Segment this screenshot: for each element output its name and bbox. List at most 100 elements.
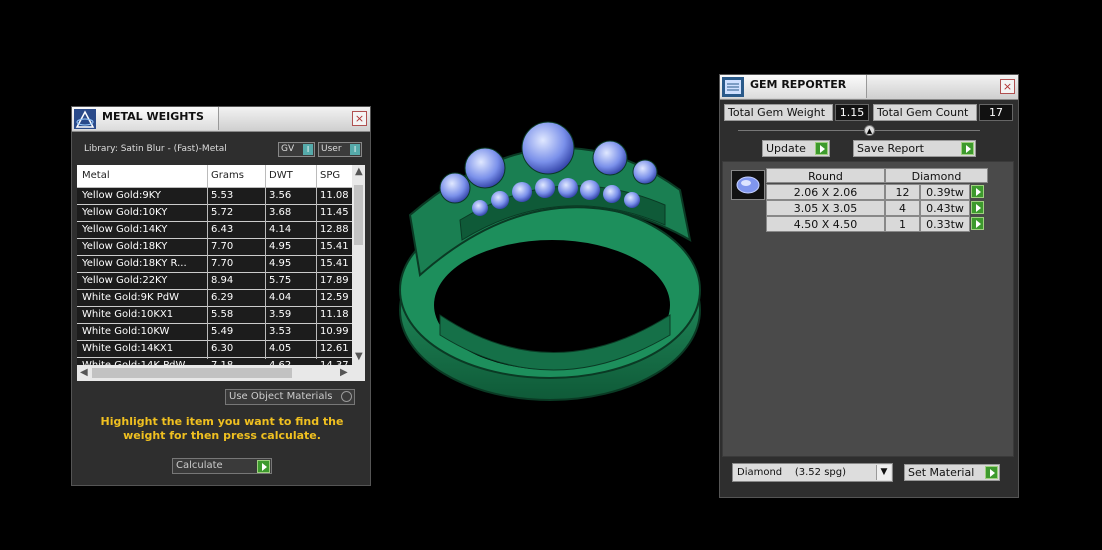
cell-grams: 6.43 xyxy=(211,224,234,235)
ring-3d-viewport[interactable] xyxy=(380,100,720,410)
table-row[interactable]: Yellow Gold:14KY 6.43 4.14 12.88 xyxy=(77,222,352,239)
gv-indicator-icon: I xyxy=(303,144,313,155)
cell-dwt: 3.56 xyxy=(269,190,292,201)
column-header-metal[interactable]: Metal xyxy=(82,170,110,181)
table-header: Metal Grams DWT SPG xyxy=(77,165,352,188)
gem-material-header: Diamond xyxy=(885,168,988,183)
gem-list-area: Round Diamond 2.06 X 2.06 12 0.39tw 3.05 X … xyxy=(722,161,1014,457)
table-row[interactable]: Yellow Gold:9KY 5.53 3.56 11.08 xyxy=(77,188,352,205)
column-divider xyxy=(316,165,317,359)
cell-metal: White Gold:10KX1 xyxy=(82,309,174,320)
user-toggle[interactable]: User I xyxy=(318,142,362,157)
side-gem xyxy=(632,159,658,185)
gem-reporter-panel: GEM REPORTER × Total Gem Weight 1.15 Tot… xyxy=(719,74,1019,498)
vertical-scrollbar[interactable]: ▲ ▼ xyxy=(352,165,365,365)
vertical-scroll-thumb[interactable] xyxy=(354,185,363,245)
column-header-dwt[interactable]: DWT xyxy=(269,170,293,181)
cell-metal: Yellow Gold:9KY xyxy=(82,190,161,201)
cell-metal: Yellow Gold:18KY R... xyxy=(82,258,187,269)
save-report-button[interactable]: Save Report xyxy=(853,140,976,157)
column-header-grams[interactable]: Grams xyxy=(211,170,244,181)
cell-grams: 7.70 xyxy=(211,258,234,269)
small-gem xyxy=(512,182,532,202)
cell-dwt: 3.68 xyxy=(269,207,292,218)
round-gem-icon xyxy=(731,170,765,200)
cell-spg: 10.99 xyxy=(320,326,349,337)
use-object-materials-toggle[interactable]: Use Object Materials xyxy=(225,389,355,405)
play-arrow-icon[interactable] xyxy=(971,185,984,198)
collapse-icon[interactable]: ▲ xyxy=(864,125,875,136)
gem-size: 4.50 X 4.50 xyxy=(766,216,885,232)
gem-reporter-titlebar[interactable]: GEM REPORTER × xyxy=(720,75,1018,100)
save-report-label: Save Report xyxy=(857,142,924,155)
library-label: Library: Satin Blur - (Fast)-Metal xyxy=(84,144,227,154)
metal-weights-titlebar[interactable]: METAL WEIGHTS × xyxy=(72,107,370,132)
cell-grams: 6.30 xyxy=(211,343,234,354)
play-arrow-icon[interactable] xyxy=(971,201,984,214)
update-button[interactable]: Update xyxy=(762,140,830,157)
set-material-button[interactable]: Set Material xyxy=(904,464,1000,481)
gem-count: 4 xyxy=(885,200,920,216)
cell-spg: 12.61 xyxy=(320,343,349,354)
gem-row[interactable]: 3.05 X 3.05 4 0.43tw xyxy=(766,200,988,216)
table-row[interactable]: White Gold:10KX1 5.58 3.59 11.18 xyxy=(77,307,352,324)
side-gem xyxy=(439,172,471,204)
horizontal-scrollbar[interactable]: ◀ ▶ xyxy=(77,365,365,381)
small-gem xyxy=(558,178,578,198)
table-row[interactable]: Yellow Gold:18KY 7.70 4.95 15.41 xyxy=(77,239,352,256)
cell-spg: 11.45 xyxy=(320,207,349,218)
gem-reporter-title: GEM REPORTER xyxy=(750,78,847,91)
cell-spg: 17.89 xyxy=(320,275,349,286)
cell-spg: 12.88 xyxy=(320,224,349,235)
scroll-left-icon[interactable]: ◀ xyxy=(80,367,88,378)
table-row[interactable]: White Gold:14KX1 6.30 4.05 12.61 xyxy=(77,341,352,358)
table-row[interactable]: White Gold:9K PdW 6.29 4.04 12.59 xyxy=(77,290,352,307)
small-gem xyxy=(535,178,555,198)
cell-grams: 5.58 xyxy=(211,309,234,320)
gem-report-icon xyxy=(722,77,744,97)
cell-grams: 7.70 xyxy=(211,241,234,252)
small-gem xyxy=(491,191,509,209)
chevron-down-icon[interactable]: ▼ xyxy=(876,465,891,480)
cell-grams: 5.49 xyxy=(211,326,234,337)
cell-spg: 11.18 xyxy=(320,309,349,320)
horizontal-scroll-thumb[interactable] xyxy=(92,368,292,378)
separator xyxy=(738,130,980,131)
cell-dwt: 5.75 xyxy=(269,275,292,286)
play-arrow-icon xyxy=(985,466,998,479)
table-row[interactable]: White Gold:10KW 5.49 3.53 10.99 xyxy=(77,324,352,341)
total-gem-weight-value: 1.15 xyxy=(835,104,869,121)
cell-dwt: 3.53 xyxy=(269,326,292,337)
center-gem xyxy=(521,121,575,175)
scroll-up-icon[interactable]: ▲ xyxy=(355,166,363,177)
scroll-right-icon[interactable]: ▶ xyxy=(340,367,348,378)
radio-icon xyxy=(341,391,352,402)
cell-metal: Yellow Gold:18KY xyxy=(82,241,168,252)
table-row[interactable]: Yellow Gold:18KY R... 7.70 4.95 15.41 xyxy=(77,256,352,273)
scroll-down-icon[interactable]: ▼ xyxy=(355,351,363,362)
gem-row[interactable]: 2.06 X 2.06 12 0.39tw xyxy=(766,184,988,200)
table-row[interactable]: Yellow Gold:22KY 8.94 5.75 17.89 xyxy=(77,273,352,290)
table-body: Yellow Gold:9KY 5.53 3.56 11.08 Yellow Gold:… xyxy=(77,188,352,375)
total-gem-count-value: 17 xyxy=(979,104,1013,121)
small-gem xyxy=(472,200,488,216)
cell-spg: 11.08 xyxy=(320,190,349,201)
calculate-button[interactable]: Calculate xyxy=(172,458,272,474)
gv-toggle[interactable]: GV I xyxy=(278,142,315,157)
total-gem-weight-label: Total Gem Weight xyxy=(724,104,833,121)
close-icon[interactable]: × xyxy=(1000,79,1015,94)
column-header-spg[interactable]: SPG xyxy=(320,170,340,181)
set-material-label: Set Material xyxy=(908,466,975,479)
user-indicator-icon: I xyxy=(350,144,360,155)
gem-row[interactable]: 4.50 X 4.50 1 0.33tw xyxy=(766,216,988,232)
close-icon[interactable]: × xyxy=(352,111,367,126)
cell-dwt: 3.59 xyxy=(269,309,292,320)
gv-label: GV xyxy=(281,144,295,154)
table-row[interactable]: Yellow Gold:10KY 5.72 3.68 11.45 xyxy=(77,205,352,222)
cell-spg: 12.59 xyxy=(320,292,349,303)
material-select[interactable]: Diamond (3.52 spg) ▼ xyxy=(732,463,893,482)
play-arrow-icon[interactable] xyxy=(971,217,984,230)
gem-reporter-title-tab: GEM REPORTER xyxy=(720,75,867,98)
cell-grams: 5.53 xyxy=(211,190,234,201)
user-label: User xyxy=(321,144,342,154)
